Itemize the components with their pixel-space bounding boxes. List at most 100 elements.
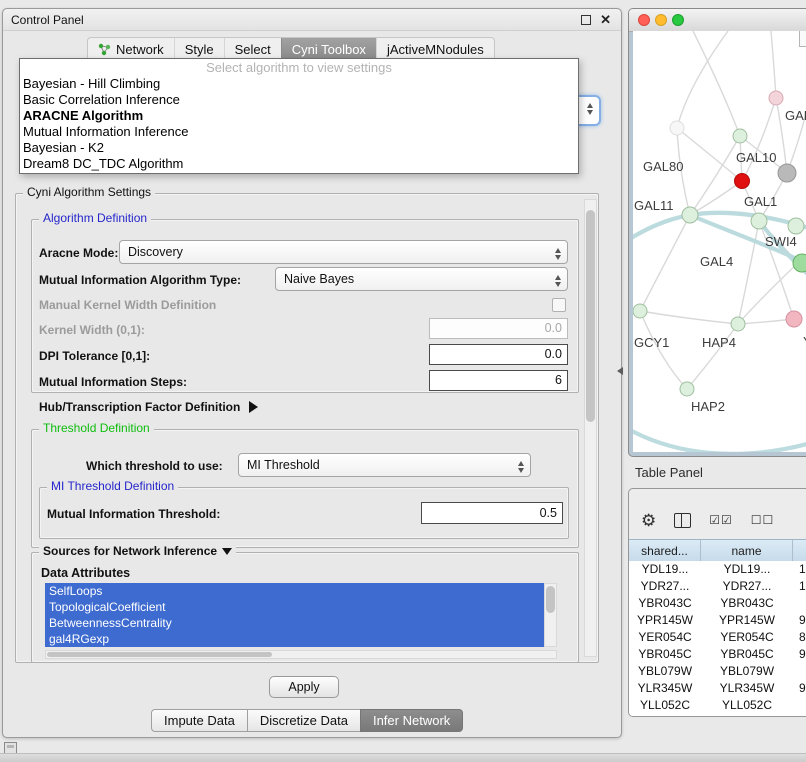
tab-label: Select — [235, 42, 271, 57]
which-threshold-label: Which threshold to use: — [86, 459, 223, 473]
algorithm-option-selected[interactable]: ARACNE Algorithm — [20, 108, 578, 124]
tab-style[interactable]: Style — [174, 38, 224, 60]
table-header: shared... name — [629, 539, 806, 563]
group-title: Algorithm Definition — [39, 212, 151, 225]
algorithm-placeholder: Select algorithm to view settings — [20, 59, 578, 76]
table-row[interactable]: YER054CYER054C8. — [629, 629, 806, 646]
network-node-labels: GAL GAL80 GAL10 GAL11 GAL1 SWI4 GAL4 GCY… — [634, 108, 806, 414]
node-label: GAL11 — [634, 198, 674, 213]
combo-value: Discovery — [128, 245, 183, 259]
node-label: GAL4 — [700, 254, 733, 269]
zoom-button[interactable] — [672, 14, 684, 26]
hub-definition-label: Hub/Transcription Factor Definition — [39, 400, 240, 414]
network-canvas[interactable]: GAL GAL80 GAL10 GAL11 GAL1 SWI4 GAL4 GCY… — [633, 31, 806, 452]
network-node-gcy1[interactable] — [633, 304, 647, 318]
algorithm-option[interactable]: Bayesian - K2 — [20, 140, 578, 156]
table-panel-window: ⚙ ☑☑ ☐☐ shared... name YDL19...YDL19...1… — [628, 488, 806, 717]
settings-scrollbar[interactable] — [584, 199, 597, 657]
which-threshold-combobox[interactable]: MI Threshold — [238, 453, 531, 477]
cyni-mode-tabs: Impute Data Discretize Data Infer Networ… — [151, 709, 463, 732]
select-all-checkboxes-icon[interactable]: ☑☑ — [709, 513, 733, 527]
hub-definition-toggle[interactable]: Hub/Transcription Factor Definition — [39, 400, 258, 414]
close-window-icon[interactable]: ✕ — [600, 9, 611, 31]
network-view-window: GAL GAL80 GAL10 GAL11 GAL1 SWI4 GAL4 GCY… — [628, 8, 806, 457]
column-header-shared-name[interactable]: shared... — [629, 540, 701, 562]
network-node[interactable] — [786, 311, 802, 327]
column-header-cut[interactable] — [793, 540, 806, 562]
network-node[interactable] — [670, 121, 684, 135]
table-row[interactable]: YLR345WYLR345W9. — [629, 680, 806, 697]
panel-splitter-arrow[interactable] — [617, 367, 623, 375]
attribute-item-selected[interactable]: BetweennessCentrality — [45, 615, 544, 631]
attribute-item-selected[interactable]: TopologicalCoefficient — [45, 599, 544, 615]
algorithm-option[interactable]: Mutual Information Inference — [20, 124, 578, 140]
attribute-item-selected[interactable]: gal4RGexp — [45, 631, 544, 647]
gear-icon[interactable]: ⚙ — [641, 512, 656, 529]
combo-arrows-icon — [587, 103, 593, 115]
network-node[interactable] — [733, 129, 747, 143]
dpi-tolerance-label: DPI Tolerance [0,1]: — [39, 349, 150, 363]
node-label: GAL1 — [744, 194, 777, 209]
apply-button[interactable]: Apply — [269, 676, 339, 698]
node-label: GAL — [785, 108, 806, 123]
sources-group-title[interactable]: Sources for Network Inference — [39, 545, 236, 558]
table-row[interactable]: YBR045CYBR045C9. — [629, 646, 806, 663]
table-row[interactable]: YDL19...YDL19...13 — [629, 561, 806, 578]
desktop: Control Panel ✕ Netw — [0, 0, 806, 762]
mi-type-label: Mutual Information Algorithm Type: — [39, 273, 241, 287]
network-node[interactable] — [731, 317, 745, 331]
mi-type-combobox[interactable]: Naive Bayes — [275, 267, 568, 291]
aracne-mode-combobox[interactable]: Discovery — [119, 240, 568, 264]
network-node[interactable] — [793, 254, 806, 272]
deselect-all-checkboxes-icon[interactable]: ☐☐ — [751, 513, 775, 527]
algorithm-option[interactable]: Dream8 DC_TDC Algorithm — [20, 156, 578, 172]
table-row[interactable]: YPR145WYPR145W9. — [629, 612, 806, 629]
table-row[interactable]: YLL052CYLL052C — [629, 697, 806, 714]
tab-impute-data[interactable]: Impute Data — [151, 709, 248, 732]
tab-cyni-toolbox[interactable]: Cyni Toolbox — [281, 38, 376, 60]
tab-infer-network[interactable]: Infer Network — [360, 709, 463, 732]
table-row[interactable]: YBL079WYBL079W — [629, 663, 806, 680]
group-title: Threshold Definition — [39, 422, 154, 435]
algorithm-option[interactable]: Bayesian - Hill Climbing — [20, 76, 578, 92]
network-node[interactable] — [769, 91, 783, 105]
aracne-mode-label: Aracne Mode: — [39, 246, 118, 260]
network-node[interactable] — [682, 207, 698, 223]
tab-network[interactable]: Network — [88, 38, 174, 60]
table-panel-title: Table Panel — [635, 465, 703, 480]
tab-select[interactable]: Select — [224, 38, 281, 60]
table-row[interactable]: YBR043CYBR043C — [629, 595, 806, 612]
attributes-vertical-scrollbar[interactable] — [544, 583, 557, 647]
attribute-item-selected[interactable]: SelfLoops — [45, 583, 544, 599]
network-node[interactable] — [788, 218, 804, 234]
node-label: GAL10 — [736, 150, 776, 165]
columns-icon[interactable] — [674, 513, 691, 528]
table-row[interactable]: YDR27...YDR27...12 — [629, 578, 806, 595]
tab-label: Style — [185, 42, 214, 57]
dpi-tolerance-field[interactable]: 0.0 — [429, 344, 568, 365]
network-node-hap2[interactable] — [680, 382, 694, 396]
table-body: YDL19...YDL19...13 YDR27...YDR27...12 YB… — [629, 561, 806, 716]
mi-threshold-field[interactable]: 0.5 — [421, 502, 563, 524]
algorithm-option[interactable]: Basic Correlation Inference — [20, 92, 578, 108]
column-header-name[interactable]: name — [701, 540, 793, 562]
manual-kernel-label: Manual Kernel Width Definition — [39, 298, 216, 312]
tab-discretize-data[interactable]: Discretize Data — [247, 709, 361, 732]
network-window-titlebar — [629, 9, 806, 32]
collapse-arrow-icon — [222, 548, 232, 555]
mi-steps-field[interactable]: 6 — [429, 370, 568, 391]
network-node[interactable] — [778, 164, 796, 182]
group-title: Cyni Algorithm Settings — [23, 186, 155, 199]
tab-jactivemnodules[interactable]: jActiveMNodules — [376, 38, 494, 60]
manual-kernel-checkbox[interactable] — [552, 298, 566, 312]
node-label: SWI4 — [765, 234, 797, 249]
network-tab-icon — [98, 43, 111, 56]
close-button[interactable] — [638, 14, 650, 26]
kernel-width-field[interactable]: 0.0 — [429, 318, 568, 339]
minimize-button[interactable] — [655, 14, 667, 26]
network-node-gal10[interactable] — [735, 174, 750, 189]
float-window-icon[interactable] — [581, 15, 591, 25]
network-node-gal1[interactable] — [751, 213, 767, 229]
group-title: MI Threshold Definition — [47, 480, 178, 493]
attributes-horizontal-scrollbar[interactable] — [45, 650, 557, 659]
